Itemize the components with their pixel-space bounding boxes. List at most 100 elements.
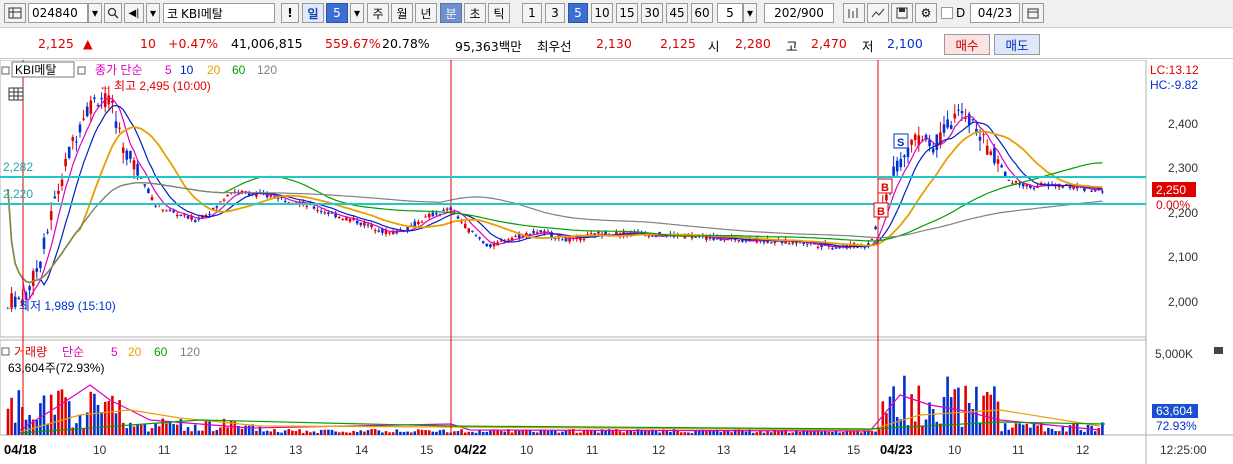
period-week-button[interactable]: 주 [367, 3, 389, 23]
date-checkbox[interactable] [941, 7, 953, 19]
save-icon[interactable] [891, 3, 913, 23]
search-icon[interactable] [104, 3, 122, 23]
candle-body [348, 218, 352, 222]
volume-bar [1093, 431, 1097, 435]
candle-body [424, 216, 427, 218]
history-chevron-icon[interactable]: ▾ [146, 3, 160, 23]
x-axis-label: 15 [847, 443, 861, 457]
candle-body [1014, 181, 1018, 183]
period-day-button[interactable]: 일 [302, 3, 324, 23]
count-chevron-icon[interactable]: ▾ [743, 3, 757, 23]
buy-signal-marker[interactable]: B [873, 202, 889, 218]
volume-bar [154, 423, 157, 435]
prev-stock-icon[interactable]: ◀| [124, 3, 144, 23]
volume-bar [910, 394, 913, 435]
volume-legend-ma60: 60 [154, 345, 168, 359]
candle-body [964, 117, 967, 119]
sell-signal-marker[interactable]: S [893, 133, 909, 149]
period-minute-button[interactable]: 분 [440, 3, 462, 23]
candle-body [996, 159, 1000, 164]
buy-signal-marker[interactable]: B [877, 178, 893, 194]
volume-bar [463, 432, 467, 435]
volume-bar [265, 430, 269, 435]
volume-bar [305, 430, 309, 435]
interval-3-button[interactable]: 3 [545, 3, 565, 23]
x-axis-label: 10 [93, 443, 107, 457]
candle-body [870, 238, 874, 240]
code-dropdown-chevron-icon[interactable]: ▾ [88, 3, 102, 23]
legend-ma10: 10 [180, 63, 194, 77]
volume-bar [280, 432, 283, 435]
volume-bar [327, 429, 330, 435]
sell-button[interactable]: 매도 [994, 34, 1040, 55]
period-second-button[interactable]: 초 [464, 3, 486, 23]
period-month-button[interactable]: 월 [391, 3, 413, 23]
candle-body [121, 147, 125, 153]
current-price-badge-value: 2,250 [1156, 183, 1186, 197]
volume-bar [294, 431, 298, 435]
volume-bar [838, 432, 841, 435]
volume-bar [107, 400, 111, 435]
volume-bar [1097, 427, 1101, 435]
grid-icon[interactable] [4, 3, 26, 23]
panel-collapse-icon[interactable] [1214, 347, 1223, 354]
volume-bar [10, 397, 13, 435]
volume-bar [683, 432, 687, 435]
volume-bar [550, 430, 553, 435]
candle-body [885, 194, 888, 201]
candle-body [100, 98, 103, 100]
candle-body [57, 190, 60, 195]
x-axis-label: 13 [289, 443, 303, 457]
stock-name-field[interactable]: 코 KBI메탈 [163, 3, 275, 23]
volume-bar [813, 431, 816, 435]
day-period-value[interactable]: 5 [326, 3, 348, 23]
volume-bar [150, 428, 154, 435]
count-input[interactable]: 5 [717, 3, 743, 23]
volume-bar [658, 432, 661, 435]
trendline-tool-icon[interactable] [867, 3, 889, 23]
volume-bar [597, 432, 600, 435]
candle-body [906, 147, 910, 157]
buy-button[interactable]: 매수 [944, 34, 990, 55]
volume-bar [262, 431, 265, 435]
candle-body [316, 209, 319, 211]
period-tick-button[interactable]: 틱 [488, 3, 510, 23]
candle-body [982, 134, 985, 136]
price-volume-chart[interactable]: 2,282 2,220 KBI메탈 종가 단순 5 10 20 60 120 ←… [0, 60, 1233, 464]
calendar-icon[interactable] [1022, 3, 1044, 23]
volume-legend-name: 거래량 [14, 345, 47, 359]
period-year-button[interactable]: 년 [415, 3, 437, 23]
candle-body [1090, 190, 1093, 192]
interval-5-button[interactable]: 5 [568, 3, 588, 23]
date-input[interactable]: 04/23 [970, 3, 1020, 23]
table-icon[interactable] [8, 87, 24, 101]
gear-icon[interactable]: ⚙ [915, 3, 937, 23]
stock-name: KBI메탈 [181, 6, 223, 21]
support-line-label: 2,220 [3, 187, 33, 201]
volume-bar [1075, 422, 1079, 435]
volume-bar [121, 422, 125, 435]
alert-button[interactable]: ! [281, 3, 299, 23]
volume-bar [330, 429, 334, 435]
volume-bar [777, 431, 780, 435]
candle-body [1007, 179, 1011, 181]
day-period-chevron-icon[interactable]: ▾ [350, 3, 364, 23]
crosshair-tool-icon[interactable] [843, 3, 865, 23]
volume-bar [384, 431, 388, 435]
volume-bar [823, 431, 827, 435]
interval-45-button[interactable]: 45 [666, 3, 688, 23]
volume-bar [1011, 427, 1014, 435]
volume-bar [593, 430, 597, 435]
candle-body [323, 212, 327, 214]
high-annotation: 최고 2,495 (10:00) [114, 79, 211, 93]
high-price: 2,470 [811, 36, 847, 51]
interval-60-button[interactable]: 60 [691, 3, 713, 23]
interval-30-button[interactable]: 30 [641, 3, 663, 23]
best-quote-label: 최우선 [537, 39, 572, 54]
interval-1-button[interactable]: 1 [522, 3, 542, 23]
toolbar: 024840 ▾ ◀| ▾ 코 KBI메탈 ! 일 5 ▾ 주 월 년 분 초 … [0, 0, 1233, 28]
best-ask: 2,130 [596, 36, 632, 51]
interval-15-button[interactable]: 15 [616, 3, 638, 23]
stock-code-input[interactable]: 024840 [28, 3, 88, 23]
interval-10-button[interactable]: 10 [591, 3, 613, 23]
